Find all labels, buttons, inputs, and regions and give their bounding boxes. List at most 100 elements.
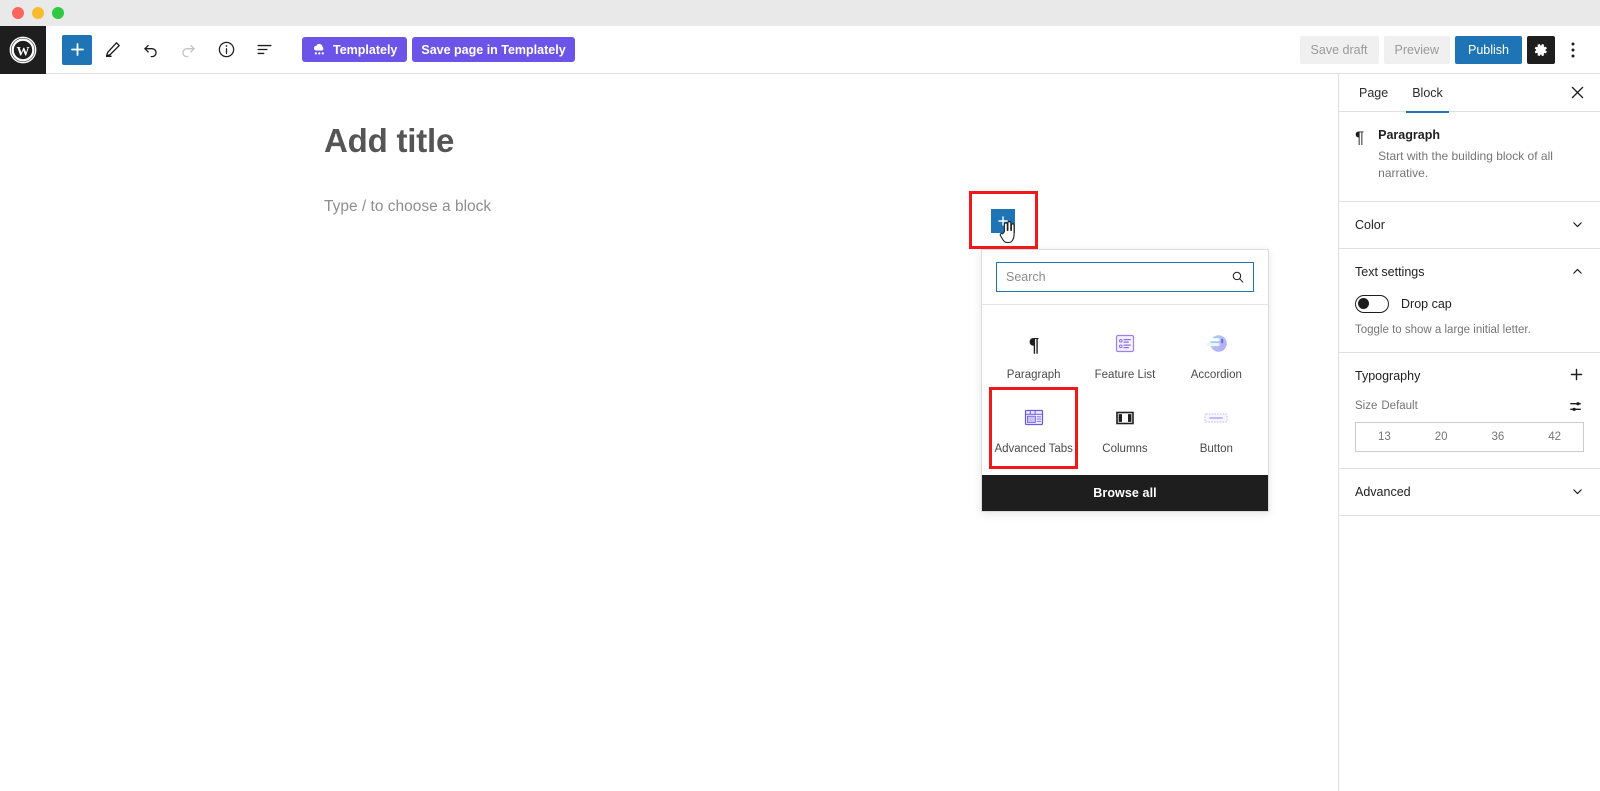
preview-button[interactable]: Preview [1384, 36, 1450, 64]
section-title: Text settings [1355, 265, 1424, 279]
typography-title: Typography [1355, 369, 1420, 383]
block-item-label: Paragraph [1007, 369, 1061, 381]
font-size-preset-13[interactable]: 13 [1356, 423, 1413, 451]
editor-canvas[interactable]: Add title Type / to choose a block [0, 74, 1338, 791]
section-advanced: Advanced [1339, 469, 1600, 516]
typography-header: Typography [1339, 353, 1600, 399]
font-size-presets: 13 20 36 42 [1355, 422, 1584, 452]
paragraph-pilcrow-icon: ¶ [1023, 329, 1045, 359]
close-x-icon [1571, 86, 1584, 99]
text-settings-body: Drop cap Toggle to show a large initial … [1339, 295, 1600, 352]
sliders-icon[interactable] [1569, 399, 1584, 414]
paragraph-block-placeholder[interactable]: Type / to choose a block [324, 198, 1338, 216]
svg-text:¶: ¶ [1028, 334, 1039, 356]
gear-icon [1533, 42, 1549, 58]
tools-edit-button[interactable] [94, 32, 130, 68]
search-magnifier-icon [1231, 270, 1245, 284]
details-button[interactable] [208, 32, 244, 68]
chevron-down-icon [1571, 485, 1584, 498]
inserter-popover: ¶ Paragraph [981, 249, 1269, 512]
sidebar-tabs: Page Block [1339, 74, 1600, 112]
undo-button[interactable] [132, 32, 168, 68]
block-item-columns[interactable]: Columns [1079, 393, 1170, 463]
inserter-search-row [982, 250, 1268, 304]
block-item-advanced-tabs[interactable]: Advanced Tabs [988, 393, 1079, 463]
templately-buttons-group: Templately Save page in Templately [302, 37, 575, 62]
redo-button[interactable] [170, 32, 206, 68]
post-title-input[interactable]: Add title [324, 122, 1338, 160]
maximize-window-button[interactable] [52, 7, 64, 19]
list-view-icon [255, 40, 274, 59]
browse-all-button[interactable]: Browse all [982, 475, 1268, 511]
block-type-grid: ¶ Paragraph [982, 305, 1268, 475]
window-titlebar [0, 0, 1600, 26]
block-item-feature-list[interactable]: Feature List [1079, 319, 1170, 389]
block-item-label: Feature List [1095, 369, 1156, 381]
block-item-accordion[interactable]: Accordion [1171, 319, 1262, 389]
font-size-preset-20[interactable]: 20 [1413, 423, 1470, 451]
redo-arrow-icon [179, 40, 198, 59]
search-input[interactable] [997, 263, 1253, 291]
undo-arrow-icon [141, 40, 160, 59]
add-block-button[interactable] [62, 35, 92, 65]
close-window-button[interactable] [12, 7, 24, 19]
font-size-label: Size Default [1355, 400, 1418, 412]
tab-page[interactable]: Page [1347, 74, 1400, 112]
minimize-window-button[interactable] [32, 7, 44, 19]
font-size-preset-42[interactable]: 42 [1526, 423, 1583, 451]
toggle-knob [1358, 298, 1369, 309]
block-settings-sidebar: Page Block ¶ Paragraph Start with the bu… [1338, 74, 1600, 791]
section-typography: Typography Size Default [1339, 353, 1600, 469]
three-dots-vertical-icon [1571, 41, 1575, 59]
publish-button[interactable]: Publish [1455, 36, 1522, 64]
block-item-label: Columns [1102, 443, 1147, 455]
chevron-down-icon [1571, 218, 1584, 231]
templately-button[interactable]: Templately [302, 37, 407, 62]
editor-body: Add title Type / to choose a block [0, 74, 1600, 791]
font-size-value: Default [1381, 400, 1417, 412]
tab-block[interactable]: Block [1400, 74, 1455, 112]
more-options-button[interactable] [1560, 36, 1586, 64]
section-text-settings-header[interactable]: Text settings [1339, 249, 1600, 295]
selected-block-description: Start with the building block of all nar… [1378, 148, 1584, 183]
plus-icon [996, 214, 1010, 228]
traffic-lights [12, 7, 64, 19]
block-item-paragraph[interactable]: ¶ Paragraph [988, 319, 1079, 389]
settings-button[interactable] [1527, 36, 1555, 64]
plus-icon [1569, 367, 1584, 382]
paragraph-pilcrow-icon: ¶ [1355, 128, 1364, 183]
drop-cap-toggle[interactable] [1355, 295, 1389, 313]
svg-text:W: W [16, 43, 29, 58]
font-size-preset-36[interactable]: 36 [1470, 423, 1527, 451]
inline-add-block-button[interactable] [991, 209, 1015, 233]
font-size-label-text: Size [1355, 400, 1377, 412]
section-color: Color [1339, 202, 1600, 249]
block-item-button[interactable]: Button [1171, 393, 1262, 463]
save-page-in-templately-button[interactable]: Save page in Templately [412, 37, 574, 62]
search-field[interactable] [996, 262, 1254, 292]
wordpress-logo-icon: W [9, 36, 37, 64]
chevron-up-icon [1571, 265, 1584, 278]
font-size-row: Size Default [1339, 399, 1600, 422]
save-draft-button[interactable]: Save draft [1300, 36, 1379, 64]
button-icon [1202, 403, 1230, 433]
toolbar-right-actions: Save draft Preview Publish [1300, 26, 1600, 73]
section-color-header[interactable]: Color [1339, 202, 1600, 248]
plus-icon [68, 40, 87, 59]
typography-add-button[interactable] [1569, 367, 1584, 385]
section-advanced-header[interactable]: Advanced [1339, 469, 1600, 515]
drop-cap-label: Drop cap [1401, 297, 1452, 311]
section-title: Color [1355, 218, 1385, 232]
info-circle-icon [217, 40, 236, 59]
section-title: Advanced [1355, 485, 1411, 499]
close-sidebar-button[interactable] [1563, 86, 1592, 99]
wordpress-logo-button[interactable]: W [0, 26, 46, 74]
list-view-button[interactable] [246, 32, 282, 68]
block-item-label: Advanced Tabs [994, 443, 1072, 455]
block-item-label: Button [1200, 443, 1233, 455]
pencil-icon [103, 40, 122, 59]
drop-cap-row: Drop cap [1355, 295, 1584, 313]
templately-button-label: Templately [333, 43, 397, 57]
block-item-label: Accordion [1191, 369, 1242, 381]
templately-cloud-icon [312, 43, 327, 56]
